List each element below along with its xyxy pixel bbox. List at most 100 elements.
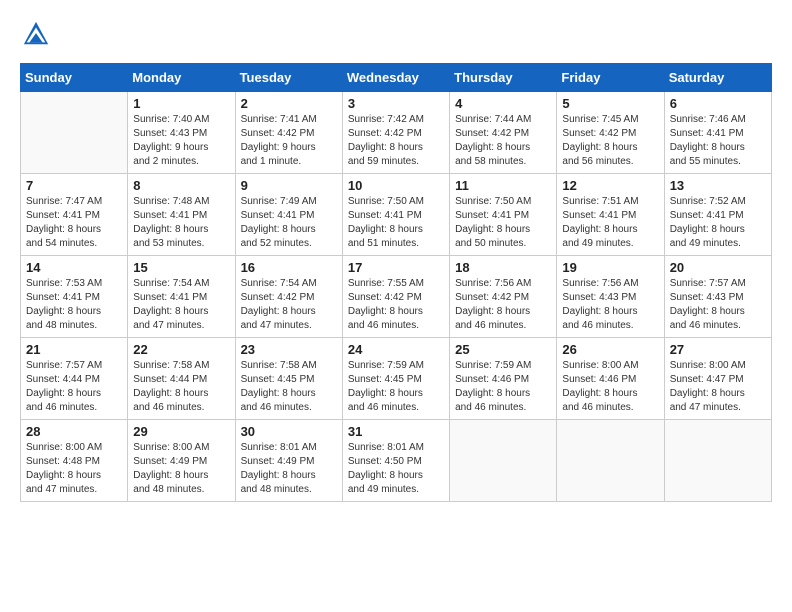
day-number: 20 — [670, 260, 766, 275]
day-number: 16 — [241, 260, 337, 275]
day-info: Sunrise: 7:51 AMSunset: 4:41 PMDaylight:… — [562, 195, 658, 251]
day-number: 30 — [241, 424, 337, 439]
calendar-week-3: 14 Sunrise: 7:53 AMSunset: 4:41 PMDayligh… — [21, 256, 772, 338]
day-number: 21 — [26, 342, 122, 357]
calendar-cell: 7Sunrise: 7:47 AMSunset: 4:41 PMDaylight… — [21, 174, 128, 256]
calendar-cell: 13 Sunrise: 7:52 AMSunset: 4:41 PMDayligh… — [664, 174, 771, 256]
calendar-cell: 5 Sunrise: 7:45 AMSunset: 4:42 PMDaylight… — [557, 92, 664, 174]
day-number: 25 — [455, 342, 551, 357]
calendar-cell: 11 Sunrise: 7:50 AMSunset: 4:41 PMDayligh… — [450, 174, 557, 256]
day-info: Sunrise: 7:59 AMSunset: 4:46 PMDaylight:… — [455, 359, 551, 415]
day-number: 6 — [670, 96, 766, 111]
day-info: Sunrise: 7:44 AMSunset: 4:42 PMDaylight:… — [455, 113, 551, 169]
calendar-cell: 31Sunrise: 8:01 AMSunset: 4:50 PMDayligh… — [342, 420, 449, 502]
day-info: Sunrise: 7:41 AMSunset: 4:42 PMDaylight:… — [241, 113, 337, 169]
calendar-cell: 16 Sunrise: 7:54 AMSunset: 4:42 PMDayligh… — [235, 256, 342, 338]
day-info: Sunrise: 7:56 AMSunset: 4:42 PMDaylight:… — [455, 277, 551, 333]
day-info: Sunrise: 7:58 AMSunset: 4:44 PMDaylight:… — [133, 359, 229, 415]
calendar-cell: 20 Sunrise: 7:57 AMSunset: 4:43 PMDayligh… — [664, 256, 771, 338]
calendar-header-thursday: Thursday — [450, 64, 557, 92]
calendar-cell: 18 Sunrise: 7:56 AMSunset: 4:42 PMDayligh… — [450, 256, 557, 338]
logo — [20, 20, 54, 53]
day-info: Sunrise: 7:52 AMSunset: 4:41 PMDaylight:… — [670, 195, 766, 251]
day-info: Sunrise: 7:57 AMSunset: 4:43 PMDaylight:… — [670, 277, 766, 333]
calendar-cell: 12 Sunrise: 7:51 AMSunset: 4:41 PMDayligh… — [557, 174, 664, 256]
page-container: SundayMondayTuesdayWednesdayThursdayFrid… — [0, 0, 792, 512]
day-number: 9 — [241, 178, 337, 193]
calendar-header-monday: Monday — [128, 64, 235, 92]
calendar-cell: 26Sunrise: 8:00 AMSunset: 4:46 PMDayligh… — [557, 338, 664, 420]
calendar-cell: 15Sunrise: 7:54 AMSunset: 4:41 PMDayligh… — [128, 256, 235, 338]
calendar-cell — [21, 92, 128, 174]
calendar-table: SundayMondayTuesdayWednesdayThursdayFrid… — [20, 63, 772, 502]
day-info: Sunrise: 7:54 AMSunset: 4:42 PMDaylight:… — [241, 277, 337, 333]
calendar-cell: 22 Sunrise: 7:58 AMSunset: 4:44 PMDayligh… — [128, 338, 235, 420]
day-number: 27 — [670, 342, 766, 357]
day-number: 5 — [562, 96, 658, 111]
day-number: 8 — [133, 178, 229, 193]
calendar-week-2: 7Sunrise: 7:47 AMSunset: 4:41 PMDaylight… — [21, 174, 772, 256]
calendar-cell: 1 Sunrise: 7:40 AMSunset: 4:43 PMDaylight… — [128, 92, 235, 174]
calendar-cell: 3Sunrise: 7:42 AMSunset: 4:42 PMDaylight… — [342, 92, 449, 174]
day-info: Sunrise: 7:59 AMSunset: 4:45 PMDaylight:… — [348, 359, 444, 415]
day-info: Sunrise: 7:45 AMSunset: 4:42 PMDaylight:… — [562, 113, 658, 169]
calendar-cell: 23 Sunrise: 7:58 AMSunset: 4:45 PMDayligh… — [235, 338, 342, 420]
day-number: 1 — [133, 96, 229, 111]
day-info: Sunrise: 8:00 AMSunset: 4:49 PMDaylight:… — [133, 441, 229, 497]
calendar-cell: 9Sunrise: 7:49 AMSunset: 4:41 PMDaylight… — [235, 174, 342, 256]
calendar-header-sunday: Sunday — [21, 64, 128, 92]
day-number: 4 — [455, 96, 551, 111]
calendar-cell: 24 Sunrise: 7:59 AMSunset: 4:45 PMDayligh… — [342, 338, 449, 420]
day-number: 15 — [133, 260, 229, 275]
calendar-header-wednesday: Wednesday — [342, 64, 449, 92]
calendar-cell: 25 Sunrise: 7:59 AMSunset: 4:46 PMDayligh… — [450, 338, 557, 420]
logo-icon — [22, 20, 50, 48]
day-info: Sunrise: 8:01 AMSunset: 4:50 PMDaylight:… — [348, 441, 444, 497]
calendar-cell — [557, 420, 664, 502]
day-info: Sunrise: 8:00 AMSunset: 4:47 PMDaylight:… — [670, 359, 766, 415]
day-number: 3 — [348, 96, 444, 111]
day-number: 14 — [26, 260, 122, 275]
day-number: 19 — [562, 260, 658, 275]
calendar-week-1: 1 Sunrise: 7:40 AMSunset: 4:43 PMDaylight… — [21, 92, 772, 174]
calendar-cell: 17Sunrise: 7:55 AMSunset: 4:42 PMDayligh… — [342, 256, 449, 338]
day-info: Sunrise: 7:50 AMSunset: 4:41 PMDaylight:… — [348, 195, 444, 251]
day-info: Sunrise: 7:58 AMSunset: 4:45 PMDaylight:… — [241, 359, 337, 415]
day-info: Sunrise: 7:53 AMSunset: 4:41 PMDaylight:… — [26, 277, 122, 333]
day-info: Sunrise: 7:40 AMSunset: 4:43 PMDaylight:… — [133, 113, 229, 169]
calendar-header-saturday: Saturday — [664, 64, 771, 92]
day-number: 2 — [241, 96, 337, 111]
calendar-week-4: 21Sunrise: 7:57 AMSunset: 4:44 PMDayligh… — [21, 338, 772, 420]
header — [20, 16, 772, 53]
calendar-cell: 10 Sunrise: 7:50 AMSunset: 4:41 PMDayligh… — [342, 174, 449, 256]
day-number: 18 — [455, 260, 551, 275]
calendar-header-tuesday: Tuesday — [235, 64, 342, 92]
day-info: Sunrise: 7:50 AMSunset: 4:41 PMDaylight:… — [455, 195, 551, 251]
calendar-cell: 2 Sunrise: 7:41 AMSunset: 4:42 PMDaylight… — [235, 92, 342, 174]
day-number: 11 — [455, 178, 551, 193]
calendar-cell: 8 Sunrise: 7:48 AMSunset: 4:41 PMDaylight… — [128, 174, 235, 256]
day-number: 17 — [348, 260, 444, 275]
calendar-cell: 4 Sunrise: 7:44 AMSunset: 4:42 PMDaylight… — [450, 92, 557, 174]
day-number: 28 — [26, 424, 122, 439]
calendar-cell — [450, 420, 557, 502]
day-number: 24 — [348, 342, 444, 357]
day-number: 7 — [26, 178, 122, 193]
day-info: Sunrise: 7:56 AMSunset: 4:43 PMDaylight:… — [562, 277, 658, 333]
calendar-week-5: 28Sunrise: 8:00 AMSunset: 4:48 PMDayligh… — [21, 420, 772, 502]
day-info: Sunrise: 7:46 AMSunset: 4:41 PMDaylight:… — [670, 113, 766, 169]
calendar-cell — [664, 420, 771, 502]
day-number: 13 — [670, 178, 766, 193]
calendar-cell: 21Sunrise: 7:57 AMSunset: 4:44 PMDayligh… — [21, 338, 128, 420]
calendar-cell: 29Sunrise: 8:00 AMSunset: 4:49 PMDayligh… — [128, 420, 235, 502]
day-number: 23 — [241, 342, 337, 357]
day-info: Sunrise: 8:01 AMSunset: 4:49 PMDaylight:… — [241, 441, 337, 497]
calendar-cell: 28Sunrise: 8:00 AMSunset: 4:48 PMDayligh… — [21, 420, 128, 502]
day-number: 12 — [562, 178, 658, 193]
calendar-header-friday: Friday — [557, 64, 664, 92]
day-number: 22 — [133, 342, 229, 357]
day-info: Sunrise: 8:00 AMSunset: 4:46 PMDaylight:… — [562, 359, 658, 415]
day-number: 10 — [348, 178, 444, 193]
day-info: Sunrise: 7:48 AMSunset: 4:41 PMDaylight:… — [133, 195, 229, 251]
calendar-cell: 6 Sunrise: 7:46 AMSunset: 4:41 PMDaylight… — [664, 92, 771, 174]
